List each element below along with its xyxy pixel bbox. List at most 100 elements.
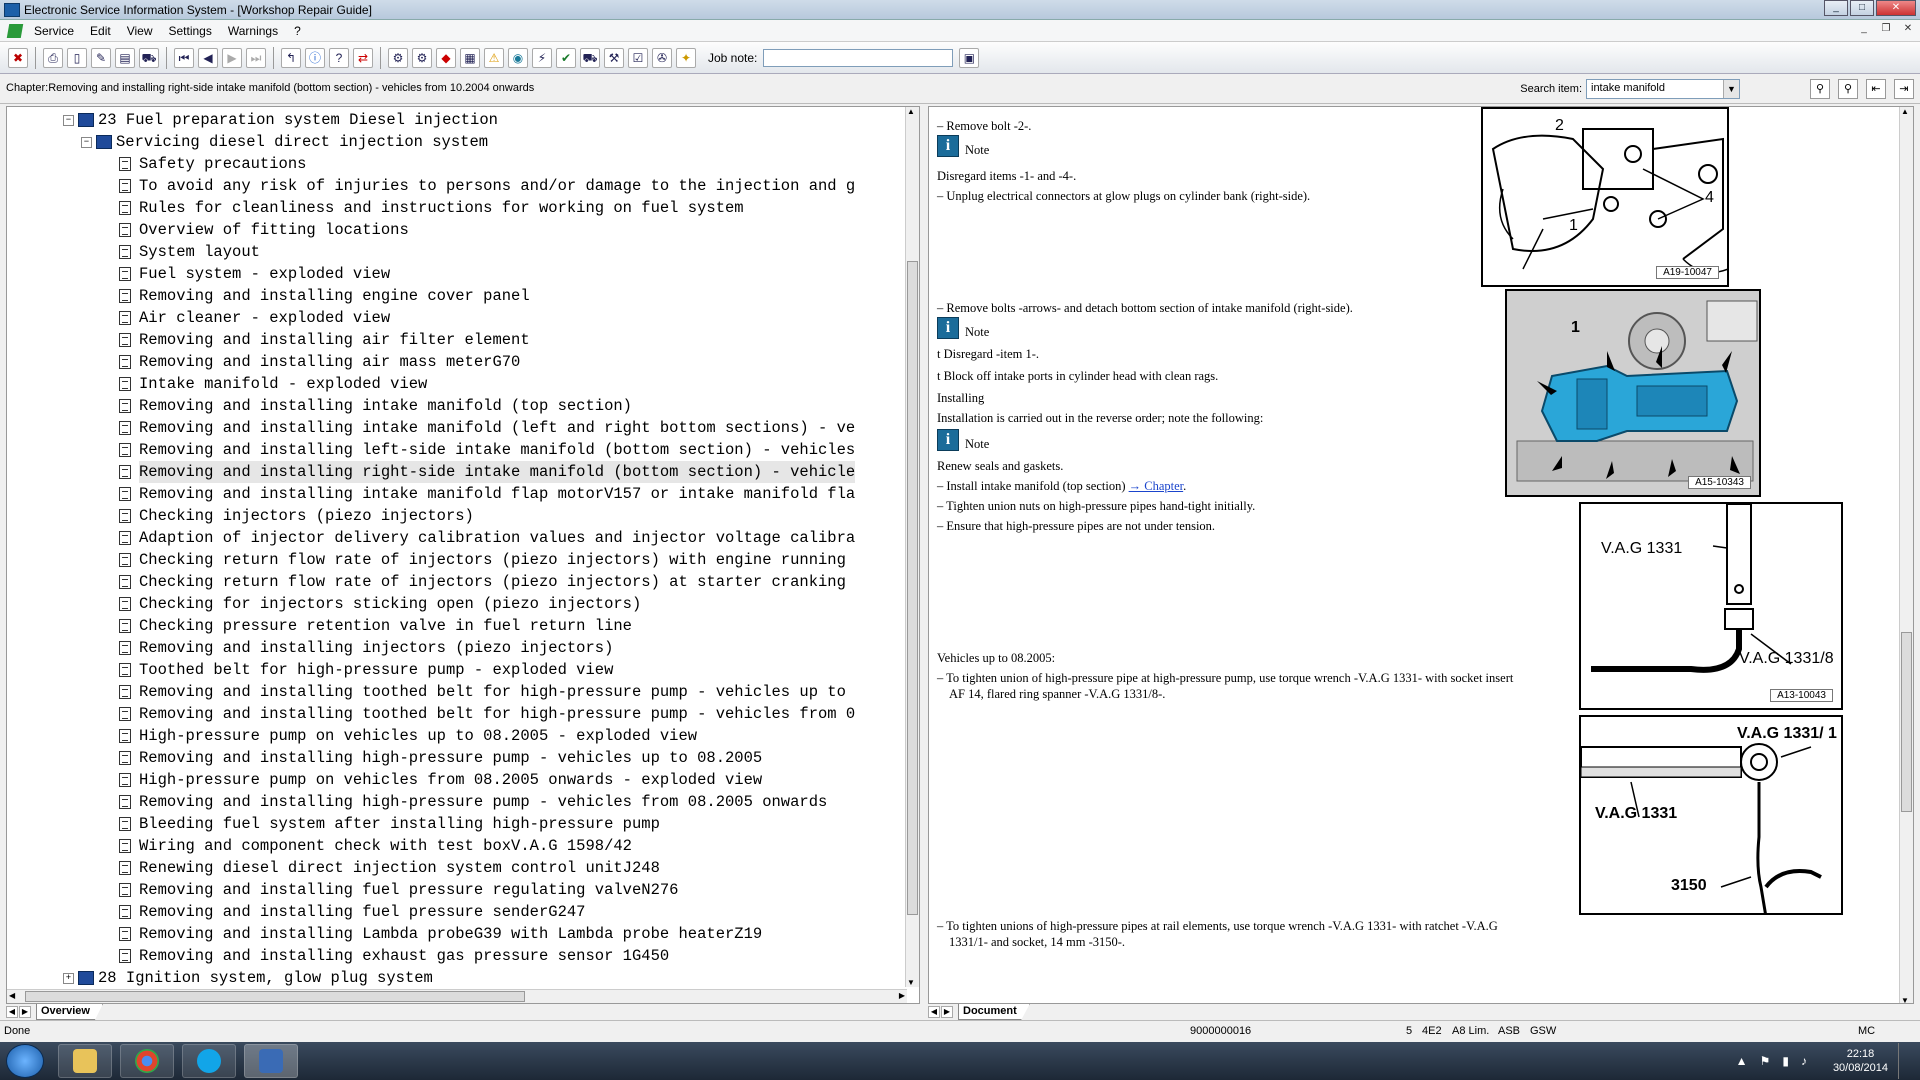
next-page-icon[interactable]: ▶ — [222, 47, 242, 68]
tree-item[interactable]: Removing and installing air mass meterG7… — [119, 351, 520, 373]
scroll-up-icon[interactable]: ▲ — [1901, 107, 1909, 116]
menu-edit[interactable]: Edit — [86, 24, 123, 38]
menu-warnings[interactable]: Warnings — [224, 24, 290, 38]
last-page-icon[interactable]: ⏭ — [246, 47, 266, 68]
first-page-icon[interactable]: ⏮ — [174, 47, 194, 68]
tree-item[interactable]: Removing and installing air filter eleme… — [119, 329, 530, 351]
help-icon[interactable]: ? — [329, 47, 349, 68]
tree-item[interactable]: Air cleaner - exploded view — [119, 307, 390, 329]
tools-icon[interactable]: ✇ — [652, 47, 672, 68]
network-icon[interactable]: ▮ — [1782, 1054, 1789, 1068]
tree-group-23[interactable]: − 23 Fuel preparation system Diesel inje… — [63, 109, 498, 131]
collapse-icon[interactable]: − — [81, 136, 92, 148]
tree-item[interactable]: Removing and installing intake manifold … — [119, 417, 855, 439]
figure-intake-manifold[interactable]: 1 A15-10343 — [1505, 289, 1761, 497]
tree-item[interactable]: Wiring and component check with test box… — [119, 835, 632, 857]
app-menu-icon[interactable] — [6, 23, 24, 38]
globe-icon[interactable]: ◉ — [508, 47, 528, 68]
tree-item[interactable]: Adaption of injector delivery calibratio… — [119, 527, 855, 549]
scroll-right-icon[interactable]: ▶ — [899, 991, 905, 1000]
figure-ratchet[interactable]: V.A.G 1331/ 1 V.A.G 1331 3150 — [1579, 715, 1843, 915]
tree-item[interactable]: Safety precautions — [119, 153, 306, 175]
figure-torque-wrench[interactable]: V.A.G 1331 V.A.G 1331/8 A13-10043 — [1579, 502, 1843, 710]
tree-item[interactable]: Overview of fitting locations — [119, 219, 409, 241]
tab-prev-icon[interactable]: ◀ — [6, 1006, 18, 1018]
repair-group-icon[interactable]: ✔ — [556, 47, 576, 68]
minimize-button[interactable]: _ — [1824, 0, 1848, 16]
tree-item[interactable]: Checking for injectors sticking open (pi… — [119, 593, 641, 615]
tree-item[interactable]: Removing and installing engine cover pan… — [119, 285, 530, 307]
tree-item[interactable]: Intake manifold - exploded view — [119, 373, 427, 395]
taskbar-skype[interactable] — [182, 1044, 236, 1078]
document-vertical-scrollbar[interactable]: ▲ ▼ — [1899, 107, 1913, 1003]
checklist-icon[interactable]: ☑ — [628, 47, 648, 68]
dock-left-icon[interactable]: ⇤ — [1866, 79, 1886, 99]
flag-icon[interactable]: ⚑ — [1760, 1054, 1771, 1068]
chapter-link[interactable]: → Chapter — [1129, 479, 1184, 493]
edit-document-icon[interactable]: ✎ — [91, 47, 111, 68]
print-icon[interactable]: ⎙ — [43, 47, 63, 68]
tray-expand-icon[interactable]: ▲ — [1736, 1054, 1748, 1068]
tree-item[interactable]: High-pressure pump on vehicles from 08.2… — [119, 769, 762, 791]
tree-item[interactable]: Removing and installing left-side intake… — [119, 439, 855, 461]
start-button[interactable] — [6, 1044, 44, 1078]
engine-icon[interactable]: ⚙ — [388, 47, 408, 68]
tree-item[interactable]: Bleeding fuel system after installing hi… — [119, 813, 660, 835]
search-next-icon[interactable]: ⚲ — [1838, 79, 1858, 99]
tree-item[interactable]: Checking return flow rate of injectors (… — [119, 571, 846, 593]
overview-horizontal-scrollbar[interactable]: ◀ ▶ — [7, 989, 907, 1003]
previous-page-icon[interactable]: ◀ — [198, 47, 218, 68]
tab-overview[interactable]: Overview — [36, 1004, 103, 1020]
tree-item[interactable]: Toothed belt for high-pressure pump - ex… — [119, 659, 613, 681]
job-note-edit-icon[interactable]: ▣ — [959, 47, 980, 68]
scroll-down-icon[interactable]: ▼ — [907, 978, 915, 987]
tree-item[interactable]: Removing and installing toothed belt for… — [119, 681, 846, 703]
new-document-icon[interactable]: ▯ — [67, 47, 87, 68]
mdi-minimize-button[interactable]: _ — [1856, 23, 1872, 37]
taskbar-explorer[interactable] — [58, 1044, 112, 1078]
close-button[interactable]: ✕ — [1876, 0, 1916, 16]
scroll-up-icon[interactable]: ▲ — [907, 107, 915, 116]
exit-icon[interactable]: ✖ — [8, 47, 28, 68]
maximize-button[interactable]: □ — [1850, 0, 1874, 16]
tree-item[interactable]: Removing and installing injectors (piezo… — [119, 637, 613, 659]
job-note-input[interactable] — [763, 48, 954, 67]
tab-next-icon[interactable]: ▶ — [941, 1006, 953, 1018]
expand-icon[interactable]: + — [63, 972, 74, 984]
clock[interactable]: 22:18 30/08/2014 — [1833, 1047, 1888, 1075]
scroll-down-icon[interactable]: ▼ — [1901, 996, 1909, 1003]
menu-view[interactable]: View — [123, 24, 165, 38]
bodywork-icon[interactable]: ▦ — [460, 47, 480, 68]
tree-item[interactable]: Removing and installing high-pressure pu… — [119, 791, 827, 813]
collapse-icon[interactable]: − — [63, 114, 74, 126]
gearbox-icon[interactable]: ⚙ — [412, 47, 432, 68]
notes-icon[interactable]: ▤ — [115, 47, 135, 68]
tab-next-icon[interactable]: ▶ — [19, 1006, 31, 1018]
scroll-thumb[interactable] — [25, 991, 525, 1002]
tree-item[interactable]: Removing and installing fuel pressure se… — [119, 901, 585, 923]
info-icon[interactable]: ⓘ — [305, 47, 325, 68]
tree-subgroup[interactable]: − Servicing diesel direct injection syst… — [81, 131, 488, 153]
back-to-top-icon[interactable]: ↰ — [281, 47, 301, 68]
diagnosis-icon[interactable]: ⚒ — [604, 47, 624, 68]
car-icon[interactable]: ⛟ — [580, 47, 600, 68]
tree-item[interactable]: Removing and installing toothed belt for… — [119, 703, 855, 725]
tree-item[interactable]: System layout — [119, 241, 260, 263]
tree-group-28[interactable]: + 28 Ignition system, glow plug system — [63, 967, 433, 987]
warning-icon[interactable]: ⚠ — [484, 47, 504, 68]
switch-icon[interactable]: ⇄ — [353, 47, 373, 68]
taskbar-chrome[interactable] — [120, 1044, 174, 1078]
chevron-down-icon[interactable]: ▼ — [1723, 80, 1739, 98]
mdi-close-button[interactable]: ✕ — [1900, 23, 1916, 37]
tab-prev-icon[interactable]: ◀ — [928, 1006, 940, 1018]
tree-item[interactable]: Checking return flow rate of injectors (… — [119, 549, 846, 571]
tree-item[interactable]: Renewing diesel direct injection system … — [119, 857, 660, 879]
taskbar-elsa[interactable] — [244, 1044, 298, 1078]
tree-item[interactable]: Fuel system - exploded view — [119, 263, 390, 285]
scroll-left-icon[interactable]: ◀ — [9, 991, 15, 1000]
figure-glow-plugs[interactable]: 2 1 4 A19-10047 — [1481, 107, 1729, 287]
tree-item[interactable]: Removing and installing intake manifold … — [119, 395, 632, 417]
tree-item[interactable]: To avoid any risk of injuries to persons… — [119, 175, 855, 197]
tree-item[interactable]: High-pressure pump on vehicles up to 08.… — [119, 725, 697, 747]
electrical-icon[interactable]: ⚡ — [532, 47, 552, 68]
